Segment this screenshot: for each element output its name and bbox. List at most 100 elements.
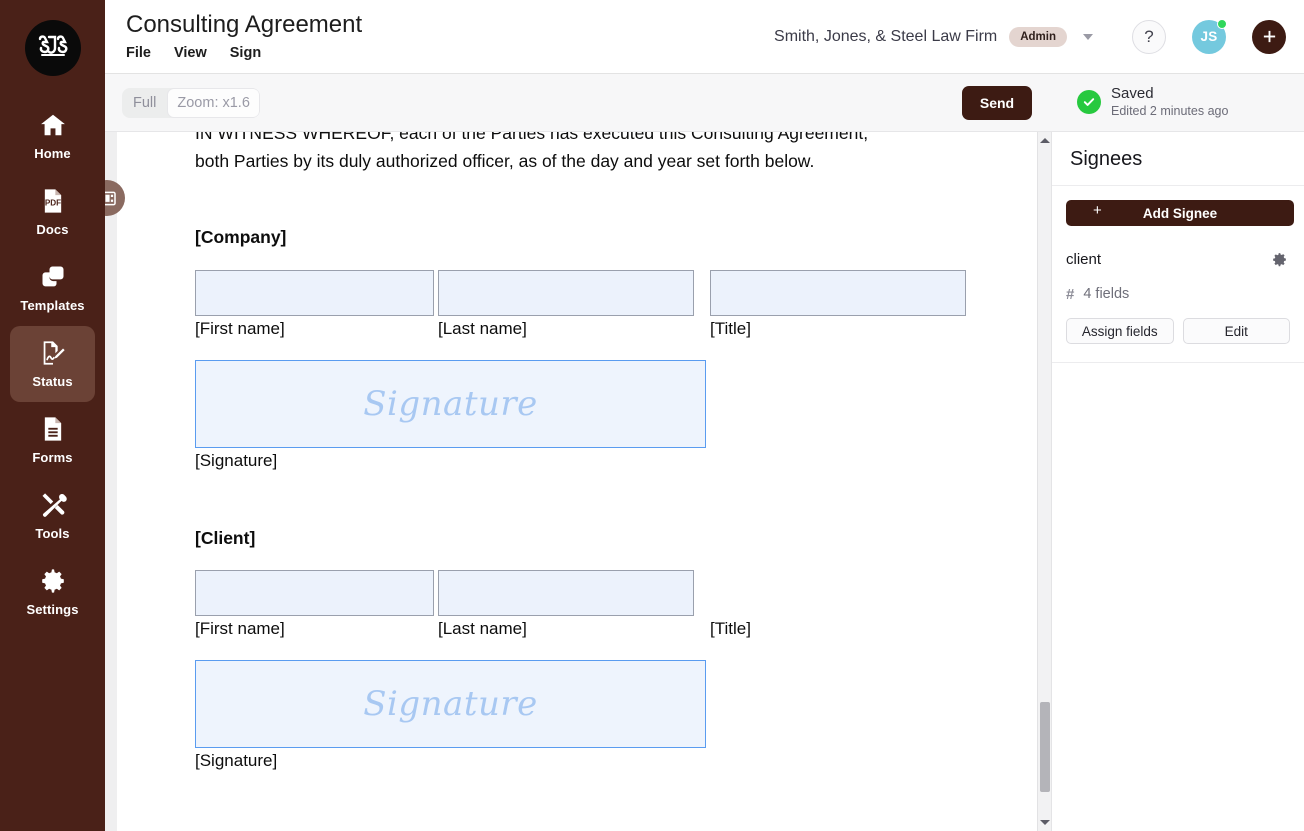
signees-panel: Signees + Add Signee client # 4 fields A… — [1051, 132, 1304, 831]
sidebar-item-home[interactable]: Home — [10, 98, 95, 174]
presence-online-dot — [1217, 18, 1227, 29]
signee-name: client — [1066, 251, 1102, 268]
assign-fields-button[interactable]: Assign fields — [1066, 318, 1174, 344]
sidebar-item-templates[interactable]: Templates — [10, 250, 95, 326]
left-navigation-rail: Home PDF Docs Templates Status Forms Too… — [0, 0, 105, 831]
company-name-field-row: [First name] [Last name] [Title] — [195, 270, 1051, 339]
edit-signee-button[interactable]: Edit — [1182, 318, 1290, 344]
company-first-name-label: [First name] — [195, 319, 285, 338]
send-button[interactable]: Send — [962, 86, 1032, 120]
role-badge: Admin — [1009, 26, 1067, 47]
client-last-name-label: [Last name] — [438, 619, 527, 638]
triangle-up-icon — [1040, 138, 1050, 143]
client-signature-group: Signature [Signature] — [195, 660, 1051, 771]
section-heading-company: [Company] — [195, 227, 287, 247]
filmstrip-pages-icon — [105, 191, 116, 205]
application-window: Home PDF Docs Templates Status Forms Too… — [0, 0, 1304, 831]
company-signature-group: Signature [Signature] — [195, 360, 1051, 471]
company-title-label: [Title] — [710, 319, 751, 338]
client-last-name-group: [Last name] — [438, 570, 710, 639]
save-status-label: Saved — [1111, 85, 1154, 102]
sidebar-item-tools[interactable]: Tools — [10, 478, 95, 554]
menu-item-view[interactable]: View — [174, 45, 207, 61]
signature-placeholder-text: Signature — [363, 684, 538, 724]
chevron-down-icon[interactable] — [1083, 33, 1093, 40]
section-heading-client: [Client] — [195, 528, 256, 548]
fields-count-label: 4 fields — [1083, 286, 1130, 302]
sidebar-item-label: Tools — [35, 526, 70, 541]
home-icon — [39, 111, 67, 139]
sidebar-item-status[interactable]: Status — [10, 326, 95, 402]
paragraph-clipped-line: IN WITNESS WHEREOF, each of the Parties … — [195, 132, 869, 143]
signee-settings-gear-icon[interactable] — [1271, 251, 1288, 268]
sidebar-item-label: Forms — [32, 450, 73, 465]
zoom-level-button[interactable]: Zoom: x1.6 — [167, 87, 260, 118]
organization-name: Smith, Jones, & Steel Law Firm — [774, 27, 998, 45]
avatar[interactable]: JS — [1192, 18, 1227, 54]
app-logo[interactable] — [24, 20, 81, 76]
save-status-group: Saved Edited 2 minutes ago — [1077, 85, 1228, 119]
panel-divider — [1052, 362, 1304, 363]
document-viewer: IN WITNESS WHEREOF, each of the Parties … — [105, 132, 1051, 831]
company-signature-input[interactable]: Signature — [195, 360, 706, 448]
company-first-name-group: [First name] — [195, 270, 438, 339]
fit-full-button[interactable]: Full — [122, 88, 167, 118]
sidebar-item-forms[interactable]: Forms — [10, 402, 95, 478]
scroll-up-arrow[interactable] — [1038, 133, 1051, 148]
signee-fields-summary: # 4 fields — [1066, 286, 1294, 302]
company-title-input[interactable] — [710, 270, 966, 316]
client-signature-input[interactable]: Signature — [195, 660, 706, 748]
client-first-name-input[interactable] — [195, 570, 434, 616]
templates-copy-icon — [39, 263, 67, 291]
zoom-control-group: Full Zoom: x1.6 — [122, 87, 260, 118]
workspace-split: IN WITNESS WHEREOF, each of the Parties … — [105, 132, 1304, 831]
page-left-gutter — [105, 132, 117, 831]
header-left-group: Consulting Agreement File View Sign — [105, 11, 363, 61]
add-signee-button[interactable]: + Add Signee — [1066, 200, 1294, 226]
svg-text:PDF: PDF — [44, 199, 60, 208]
add-new-button[interactable] — [1252, 19, 1286, 54]
help-button[interactable]: ? — [1132, 19, 1166, 54]
company-title-group: [Title] — [710, 270, 970, 339]
client-name-field-row: [First name] [Last name] [Title] — [195, 570, 1051, 639]
signees-panel-title: Signees — [1052, 132, 1304, 186]
save-status-text-group: Saved Edited 2 minutes ago — [1111, 85, 1228, 119]
forms-lines-icon — [39, 415, 67, 443]
client-first-name-label: [First name] — [195, 619, 285, 638]
signee-list-item[interactable]: client — [1066, 251, 1294, 268]
client-last-name-input[interactable] — [438, 570, 694, 616]
app-header: Consulting Agreement File View Sign Smit… — [105, 0, 1304, 74]
scrollbar-thumb[interactable] — [1040, 702, 1050, 792]
header-right-group: Smith, Jones, & Steel Law Firm Admin ? J… — [774, 18, 1304, 54]
plus-icon: + — [1093, 202, 1102, 219]
menu-item-file[interactable]: File — [126, 45, 151, 61]
menu-item-sign[interactable]: Sign — [230, 45, 261, 61]
gear-icon — [39, 567, 67, 595]
signee-action-buttons: Assign fields Edit — [1066, 318, 1294, 344]
sidebar-item-label: Docs — [36, 222, 69, 237]
company-first-name-input[interactable] — [195, 270, 434, 316]
sidebar-item-label: Templates — [20, 298, 85, 313]
menu-bar: File View Sign — [126, 45, 362, 61]
sidebar-item-label: Status — [32, 374, 73, 389]
sidebar-item-docs[interactable]: PDF Docs — [10, 174, 95, 250]
document-signing-icon — [39, 339, 67, 367]
sidebar-item-label: Home — [34, 146, 71, 161]
check-circle-icon — [1077, 90, 1101, 114]
paragraph-line-2: both Parties by its duly authorized offi… — [195, 151, 815, 171]
pdf-document-icon: PDF — [39, 187, 67, 215]
page-title: Consulting Agreement — [126, 11, 363, 38]
signees-panel-body: + Add Signee client # 4 fields Assign fi… — [1052, 186, 1304, 363]
client-first-name-group: [First name] — [195, 570, 438, 639]
scroll-down-arrow[interactable] — [1038, 815, 1051, 830]
company-last-name-input[interactable] — [438, 270, 694, 316]
triangle-down-icon — [1040, 820, 1050, 825]
client-title-no-input-spacer — [710, 570, 970, 616]
sidebar-item-settings[interactable]: Settings — [10, 554, 95, 630]
last-edited-label: Edited 2 minutes ago — [1111, 104, 1229, 118]
company-last-name-group: [Last name] — [438, 270, 710, 339]
document-vertical-scrollbar[interactable] — [1037, 132, 1051, 831]
client-title-label: [Title] — [710, 619, 751, 638]
